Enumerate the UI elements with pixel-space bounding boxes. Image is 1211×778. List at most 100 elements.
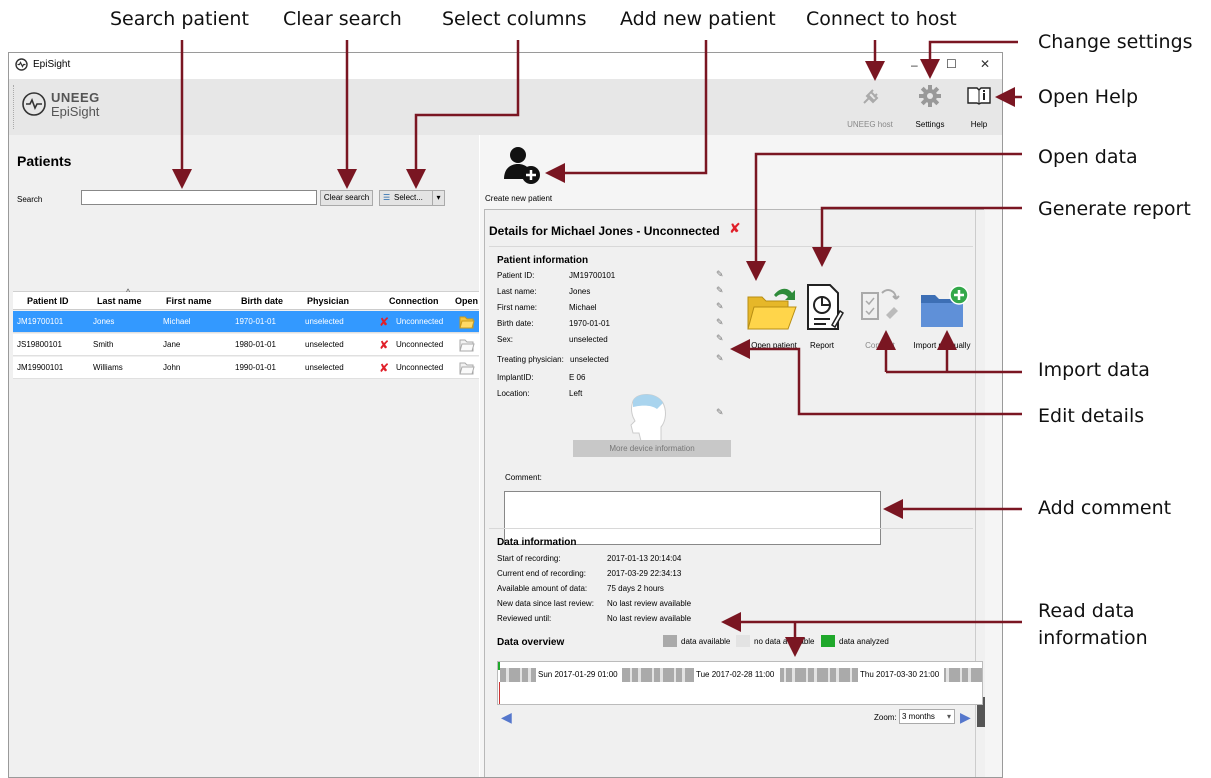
end-recording-value: 2017-03-29 22:34:13 (607, 569, 682, 578)
legend-no-data-label: no data available (754, 637, 815, 646)
col-connection[interactable]: Connection (389, 292, 439, 309)
edit-physician-icon[interactable]: ✎ (716, 353, 724, 364)
table-row[interactable]: JS19800101 Smith Jane 1980-01-01 unselec… (13, 334, 479, 356)
app-icon (15, 58, 28, 71)
search-input[interactable] (81, 190, 317, 205)
col-first-name[interactable]: First name (166, 292, 212, 309)
location-label: Location: (497, 389, 530, 398)
birth-date-value: 1970-01-01 (569, 319, 610, 328)
timeline-right-icon[interactable]: ▶ (960, 709, 971, 726)
cell-physician: unselected (305, 317, 344, 326)
create-patient-button[interactable] (488, 141, 568, 193)
table-header: Patient ID Last name First name Birth da… (13, 289, 479, 310)
sort-icon: ^ (126, 289, 131, 296)
edit-last-name-icon[interactable]: ✎ (716, 285, 724, 296)
cell-patient-id: JM19900101 (17, 363, 64, 372)
first-name-value: Michael (569, 303, 597, 312)
select-columns-button[interactable]: ☰ Select... ▾ (379, 190, 445, 206)
edit-first-name-icon[interactable]: ✎ (716, 301, 724, 312)
cell-connection: Unconnected (396, 317, 444, 326)
cell-physician: unselected (305, 363, 344, 372)
toolbar: UNEEG EpiSight UNEEG host Settings Help (9, 79, 1002, 135)
minimize-button[interactable]: – (911, 58, 918, 72)
unconnected-icon: ✘ (379, 360, 390, 375)
more-device-button[interactable]: More device information (573, 440, 731, 457)
last-name-value: Jones (569, 287, 591, 296)
create-patient-label: Create new patient (485, 194, 553, 203)
connect-button[interactable]: Connect (852, 275, 908, 355)
select-columns-label: Select... (394, 193, 423, 202)
import-manually-button[interactable]: Import manually (909, 275, 975, 355)
data-timeline[interactable]: Sun 2017-01-29 01:00 Tue 2017-02-28 11:0… (497, 661, 983, 705)
cell-physician: unselected (305, 340, 344, 349)
legend-analyzed-swatch (821, 635, 835, 647)
cell-birth-date: 1970-01-01 (235, 317, 276, 326)
cell-birth-date: 1990-01-01 (235, 363, 276, 372)
add-user-icon (504, 147, 540, 184)
cell-last-name: Jones (93, 317, 115, 326)
data-info-title: Data information (497, 537, 577, 548)
close-button[interactable]: ✕ (980, 57, 990, 71)
legend-no-data-swatch (736, 635, 750, 647)
patient-info-title: Patient information (497, 255, 589, 266)
timeline-tick-1: Sun 2017-01-29 01:00 (536, 668, 622, 682)
edit-birth-date-icon[interactable]: ✎ (716, 317, 724, 328)
settings-button[interactable]: Settings (907, 79, 953, 135)
uneeg-logo-icon (22, 92, 46, 116)
cell-patient-id: JS19800101 (17, 340, 62, 349)
gear-icon (919, 85, 941, 107)
patients-panel: Patients Search Clear search ☰ Select...… (9, 135, 479, 777)
report-icon (807, 284, 844, 330)
callout-edit-details: Edit details (1038, 405, 1145, 427)
help-label: Help (970, 120, 988, 129)
table-row[interactable]: JM19900101 Williams John 1990-01-01 unse… (13, 357, 479, 379)
callout-add-new-patient: Add new patient (620, 8, 776, 30)
help-button[interactable]: Help (959, 79, 999, 135)
callout-connect-to-host: Connect to host (806, 8, 957, 30)
cell-connection: Unconnected (396, 363, 444, 372)
col-physician[interactable]: Physician (307, 292, 349, 309)
cell-birth-date: 1980-01-01 (235, 340, 276, 349)
unconnected-icon: ✘ (379, 314, 390, 329)
cell-first-name: Jane (163, 340, 181, 349)
chevron-down-icon[interactable]: ▾ (432, 191, 444, 205)
timeline-tick-2: Tue 2017-02-28 11:00 (694, 668, 780, 682)
edit-implant-icon[interactable]: ✎ (716, 407, 724, 418)
table-row[interactable]: JM19700101 Jones Michael 1970-01-01 unse… (13, 311, 479, 333)
logo-line2: EpiSight (51, 104, 100, 119)
callout-add-comment: Add comment (1038, 497, 1172, 519)
col-open[interactable]: Open (455, 292, 478, 309)
report-button[interactable]: Report (792, 275, 852, 355)
callout-open-data: Open data (1038, 146, 1138, 168)
logo-line1: UNEEG (51, 90, 100, 105)
legend-available-swatch (663, 635, 677, 647)
col-patient-id[interactable]: Patient ID (27, 292, 69, 309)
window-title: EpiSight (33, 59, 71, 70)
available-data-value: 75 days 2 hours (607, 584, 664, 593)
new-data-value: No last review available (607, 599, 692, 608)
details-title: Details for Michael Jones - Unconnected (489, 224, 720, 238)
cell-first-name: John (163, 363, 181, 372)
zoom-select[interactable]: 3 months ▾ (899, 709, 955, 724)
import-manually-label: Import manually (913, 341, 971, 350)
maximize-button[interactable]: ☐ (946, 57, 957, 71)
edit-patient-id-icon[interactable]: ✎ (716, 269, 724, 280)
sex-label: Sex: (497, 335, 514, 344)
zoom-chevron-down-icon: ▾ (946, 712, 951, 721)
uneeg-host-button[interactable]: UNEEG host (845, 79, 895, 135)
available-data-label: Available amount of data: (497, 584, 588, 593)
col-last-name[interactable]: Last name (97, 292, 142, 309)
open-folder-icon[interactable] (459, 337, 475, 352)
treating-physician-value: unselected (570, 355, 609, 364)
legend-analyzed-label: data analyzed (839, 637, 889, 646)
details-box: Details for Michael Jones - Unconnected … (484, 209, 985, 777)
open-folder-icon[interactable] (459, 314, 475, 329)
last-name-label: Last name: (497, 287, 537, 296)
col-birth-date[interactable]: Birth date (241, 292, 283, 309)
timeline-left-icon[interactable]: ◀ (501, 709, 512, 726)
open-folder-icon[interactable] (459, 360, 475, 375)
edit-sex-icon[interactable]: ✎ (716, 333, 724, 344)
first-name-label: First name: (497, 303, 538, 312)
reviewed-until-label: Reviewed until: (497, 614, 552, 623)
clear-search-button[interactable]: Clear search (320, 190, 373, 206)
